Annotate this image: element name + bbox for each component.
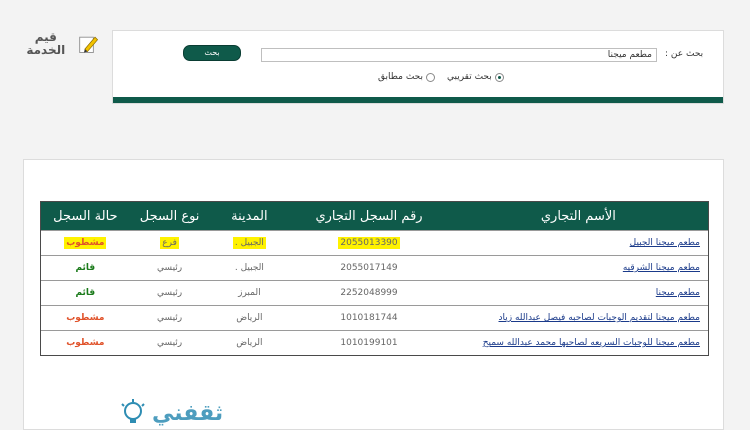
status-badge: قائم <box>75 288 96 298</box>
header-name: الأسم التجاري <box>540 208 616 224</box>
rate-service-widget[interactable]: قيم الخدمة <box>18 28 98 60</box>
radio-dot[interactable] <box>425 72 435 82</box>
city-cell: الجبيل . <box>232 237 266 249</box>
site-watermark: ثقفني <box>118 398 223 428</box>
type-cell: رئيسي <box>157 288 183 298</box>
status-badge: مشطوب <box>66 338 105 348</box>
status-badge: مشطوب <box>64 237 107 249</box>
results-table: الأسم التجاري رقم السجل التجاري المدينة … <box>40 201 709 356</box>
radio-label: بحث مطابق <box>378 72 423 82</box>
lightbulb-icon <box>121 399 145 423</box>
reg-no-cell: 2055017149 <box>340 263 398 273</box>
header-type: نوع السجل <box>139 208 200 224</box>
company-name-link[interactable]: مطعم ميجنا <box>656 288 700 298</box>
radio-dot-selected[interactable] <box>494 72 504 82</box>
header-reg-no: رقم السجل التجاري <box>315 208 423 224</box>
header-city: المدينة <box>231 208 268 224</box>
radio-approximate-search[interactable]: بحث تقريبي <box>447 72 504 82</box>
panel-accent-bar <box>113 97 723 103</box>
city-cell: الرياض <box>236 338 263 348</box>
company-name-link[interactable]: مطعم ميجنا لتقديم الوجبات لصاحبه فيصل عب… <box>499 313 700 323</box>
table-row: مطعم ميجنا لتقديم الوجبات لصاحبه فيصل عب… <box>41 305 708 330</box>
reg-no-cell: 2252048999 <box>340 288 398 298</box>
type-cell: فرع <box>160 237 179 249</box>
reg-no-cell: 1010181744 <box>340 313 398 323</box>
city-cell: المبرز <box>238 288 261 298</box>
table-row: مطعم ميجنا للوجبات السريعه لصاحبها محمد … <box>41 330 708 355</box>
type-cell: رئيسي <box>157 338 183 348</box>
table-header: الأسم التجاري رقم السجل التجاري المدينة … <box>41 202 708 230</box>
type-cell: رئيسي <box>157 313 183 323</box>
search-mode-options: بحث تقريبي بحث مطابق <box>378 72 504 82</box>
radio-label: بحث تقريبي <box>446 72 492 82</box>
search-by-label: بحث عن : <box>665 49 704 59</box>
radio-exact-search[interactable]: بحث مطابق <box>378 72 435 82</box>
search-button[interactable]: بحث <box>183 45 241 61</box>
company-name-link[interactable]: مطعم ميجنا للوجبات السريعه لصاحبها محمد … <box>483 338 700 348</box>
rate-service-label: قيم الخدمة <box>26 30 66 57</box>
reg-no-cell: 2055013390 <box>338 237 400 249</box>
search-input[interactable] <box>261 48 657 62</box>
pencil-icon <box>78 36 98 53</box>
city-cell: الجبيل . <box>234 263 264 273</box>
header-status: حالة السجل <box>53 208 118 224</box>
table-row: مطعم ميجنا 2252048999 المبرز رئيسي قائم <box>41 280 708 305</box>
status-badge: قائم <box>75 263 96 273</box>
type-cell: رئيسي <box>157 263 183 273</box>
table-row: مطعم ميجنا الجبيل 2055013390 الجبيل . فر… <box>41 230 708 255</box>
results-panel: الأسم التجاري رقم السجل التجاري المدينة … <box>23 159 724 430</box>
table-row: مطعم ميجنا الشرقيه 2055017149 الجبيل . ر… <box>41 255 708 280</box>
reg-no-cell: 1010199101 <box>340 338 398 348</box>
company-name-link[interactable]: مطعم ميجنا الجبيل <box>630 238 700 248</box>
watermark-text: ثقفني <box>152 400 224 426</box>
search-panel: بحث بحث عن : بحث تقريبي بحث مطابق <box>112 30 724 104</box>
status-badge: مشطوب <box>66 313 105 323</box>
company-name-link[interactable]: مطعم ميجنا الشرقيه <box>623 263 700 273</box>
city-cell: الرياض <box>236 313 263 323</box>
